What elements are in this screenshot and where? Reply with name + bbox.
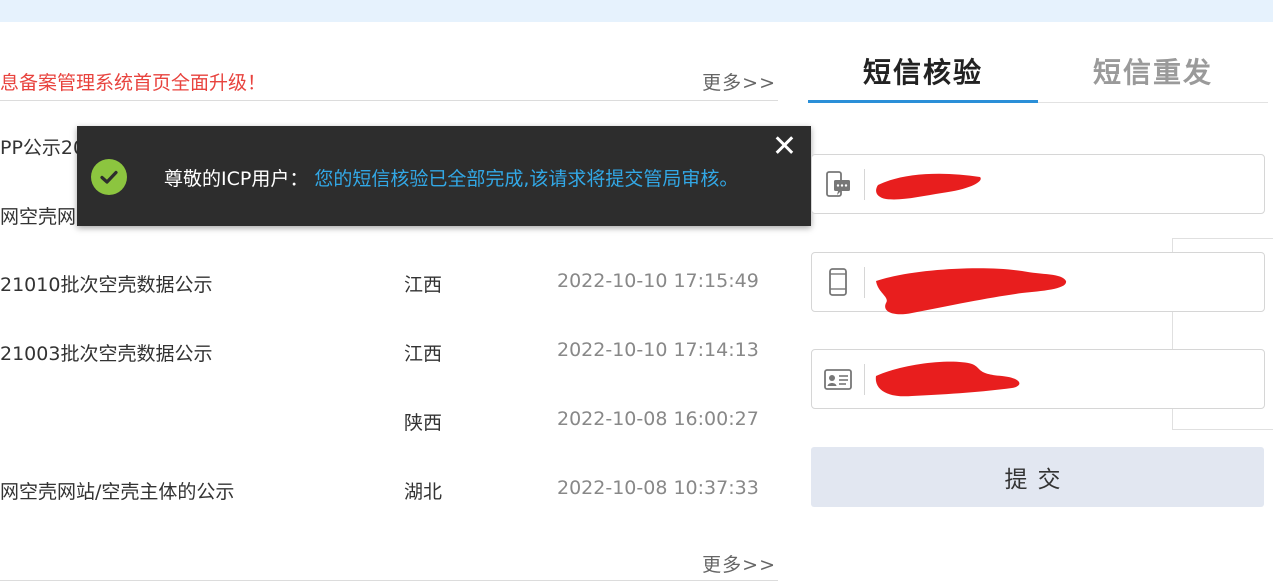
toast-message: 尊敬的ICP用户： 您的短信核验已全部完成,该请求将提交管局审核。 [164,164,738,191]
toast-text: 您的短信核验已全部完成,该请求将提交管局审核。 [314,168,739,190]
tab-sms-resend[interactable]: 短信重发 [1038,50,1268,100]
phone-field[interactable] [811,252,1265,315]
redaction-mark [876,173,981,200]
id-card-icon [824,364,852,394]
toast-label: 尊敬的ICP用户： [164,168,309,190]
sms-code-icon [824,169,852,199]
field-divider [864,267,865,298]
row-title[interactable]: 网空壳网站/空壳主体的公示 [0,477,234,504]
row-title[interactable]: 网空壳网 [0,202,76,229]
row-title[interactable]: 21010批次空壳数据公示 [0,270,212,297]
news-headline-link[interactable]: 息备案管理系统首页全面升级！ [0,68,266,95]
table-row[interactable]: 陕西 2022-10-08 16:00:27 [0,408,778,438]
close-icon[interactable]: ✕ [772,132,797,162]
top-banner-strip [0,0,1273,22]
more-link-bottom[interactable]: 更多>> [702,550,776,577]
check-circle-icon [91,159,127,195]
row-province: 陕西 [404,412,443,434]
sms-tabs: 短信核验 短信重发 [808,50,1268,103]
id-card-field[interactable] [811,349,1265,409]
row-date: 2022-10-10 17:15:49 [557,270,759,292]
table-row[interactable]: 21010批次空壳数据公示 江西 2022-10-10 17:15:49 [0,270,778,300]
news-header: 息备案管理系统首页全面升级！ 更多>> [0,64,778,101]
redaction-mark [875,361,1020,397]
divider [0,580,778,581]
row-province: 江西 [404,274,443,296]
field-divider [864,364,865,395]
submit-button[interactable]: 提交 [811,447,1264,507]
sms-code-field[interactable] [811,154,1265,214]
field-divider [864,169,865,200]
redaction-mark [876,268,1067,315]
row-title[interactable]: PP公示20 [0,133,85,160]
phone-icon [824,267,852,297]
row-province: 江西 [404,343,443,365]
row-province: 湖北 [404,481,443,503]
row-date: 2022-10-08 10:37:33 [557,477,759,499]
row-date: 2022-10-08 16:00:27 [557,408,759,430]
row-date: 2022-10-10 17:14:13 [557,339,759,361]
success-toast: 尊敬的ICP用户： 您的短信核验已全部完成,该请求将提交管局审核。 ✕ [77,126,811,226]
table-row[interactable]: 21003批次空壳数据公示 江西 2022-10-10 17:14:13 [0,339,778,369]
table-row[interactable]: 网空壳网站/空壳主体的公示 湖北 2022-10-08 10:37:33 [0,477,778,507]
tab-sms-verify[interactable]: 短信核验 [808,50,1038,103]
row-title[interactable]: 21003批次空壳数据公示 [0,339,212,366]
more-link-top[interactable]: 更多>> [702,68,776,95]
